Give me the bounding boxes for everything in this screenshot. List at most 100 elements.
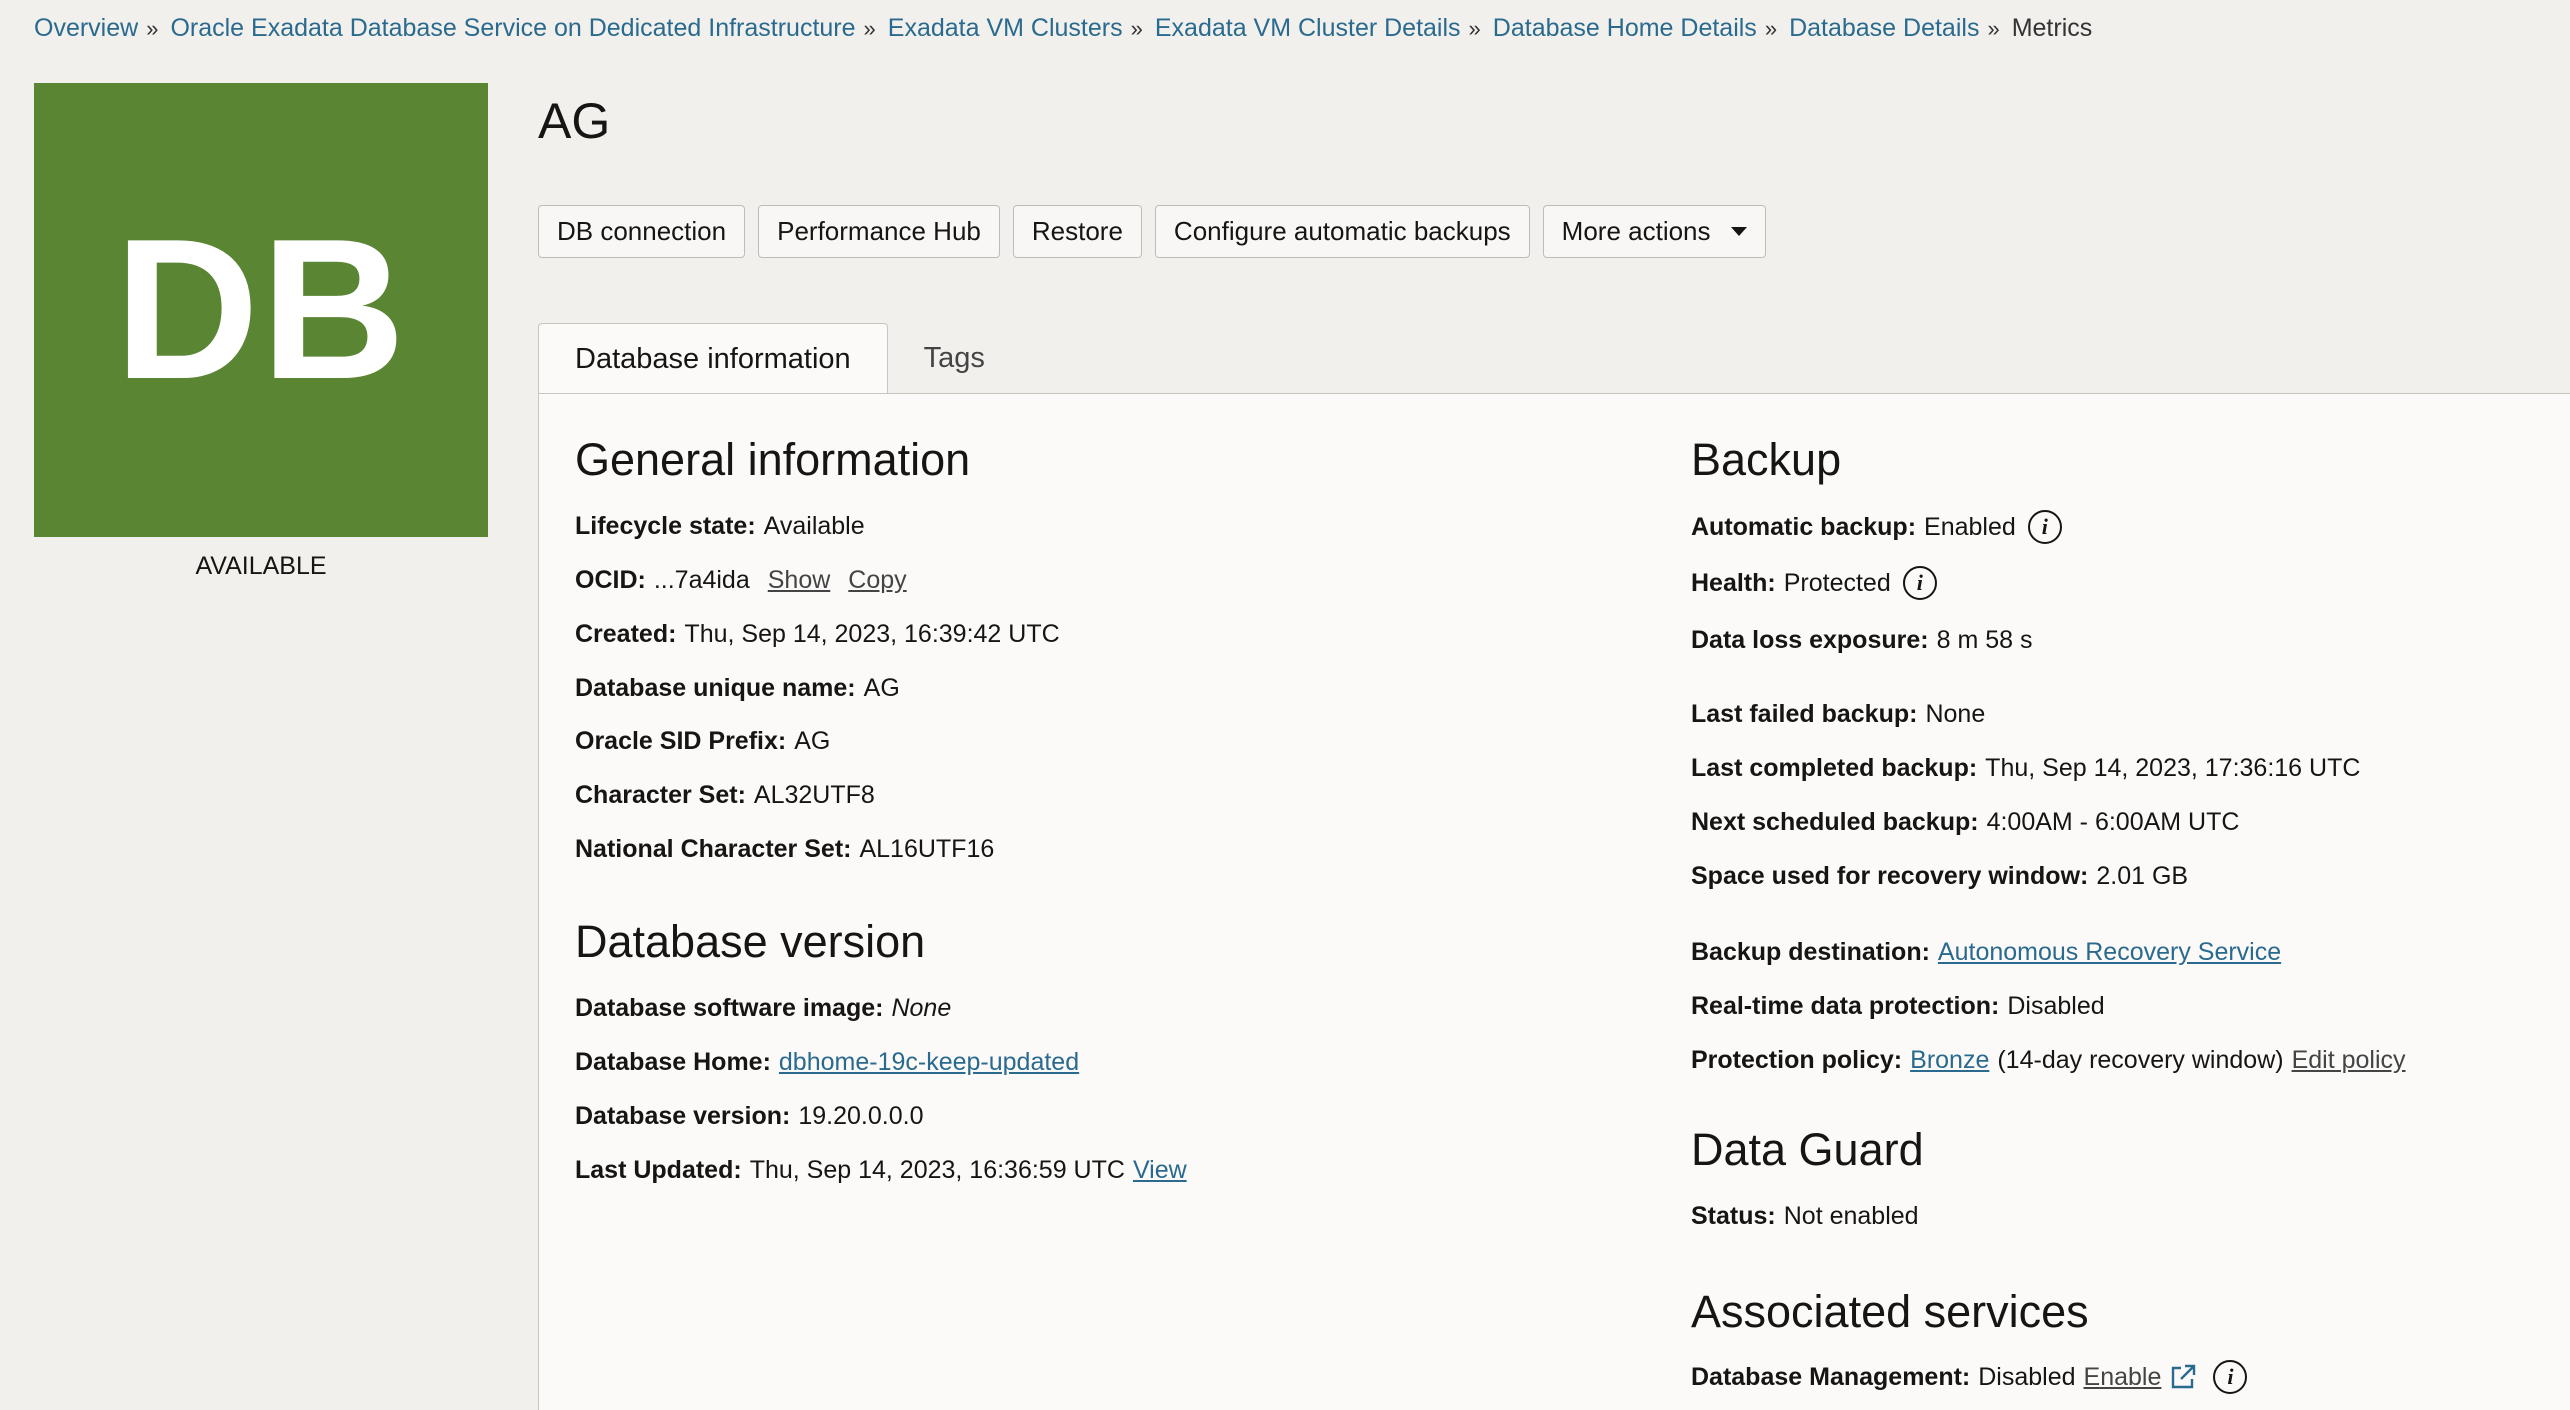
space-used-value: 2.01 GB	[2096, 862, 2189, 890]
configure-automatic-backups-button[interactable]: Configure automatic backups	[1154, 205, 1530, 258]
backup-destination-row: Backup destination: Autonomous Recovery …	[1691, 938, 2281, 967]
performance-hub-button[interactable]: Performance Hub	[758, 205, 1000, 258]
database-home-label: Database Home:	[575, 1048, 771, 1076]
unique-name-value: AG	[863, 674, 900, 702]
character-set-row: Character Set: AL32UTF8	[575, 781, 875, 810]
data-loss-exposure-label: Data loss exposure:	[1691, 626, 1929, 654]
sid-prefix-label: Oracle SID Prefix:	[575, 727, 787, 755]
caret-down-icon	[1730, 227, 1747, 236]
backup-destination-label: Backup destination:	[1691, 938, 1930, 966]
health-row: Health: Protected i	[1691, 566, 1937, 600]
database-tile-text: DB	[114, 198, 408, 421]
last-completed-backup-row: Last completed backup: Thu, Sep 14, 2023…	[1691, 754, 2360, 783]
created-row: Created: Thu, Sep 14, 2023, 16:39:42 UTC	[575, 620, 1060, 649]
breadcrumb-current: Metrics	[2011, 14, 2093, 42]
database-management-value: Disabled	[1978, 1362, 2076, 1391]
breadcrumb: Overview » Oracle Exadata Database Servi…	[34, 14, 2092, 43]
software-image-row: Database software image: None	[575, 994, 951, 1023]
data-loss-exposure-value: 8 m 58 s	[1936, 626, 2033, 654]
health-value: Protected	[1783, 568, 1891, 597]
next-scheduled-backup-value: 4:00AM - 6:00AM UTC	[1986, 808, 2240, 836]
software-image-value: None	[891, 994, 952, 1022]
database-management-label: Database Management:	[1691, 1362, 1971, 1391]
last-updated-value: Thu, Sep 14, 2023, 16:36:59 UTC	[749, 1156, 1125, 1184]
tab-database-information[interactable]: Database information	[538, 323, 888, 395]
breadcrumb-vm-cluster-details[interactable]: Exadata VM Cluster Details	[1155, 14, 1461, 43]
breadcrumb-separator: »	[1764, 15, 1778, 41]
sid-prefix-value: AG	[794, 727, 831, 755]
database-home-row: Database Home: dbhome-19c-keep-updated	[575, 1048, 1079, 1077]
lifecycle-state-value: Available	[763, 512, 865, 540]
more-actions-button[interactable]: More actions	[1542, 205, 1766, 258]
unique-name-label: Database unique name:	[575, 674, 856, 702]
last-failed-backup-row: Last failed backup: None	[1691, 700, 1985, 729]
sid-prefix-row: Oracle SID Prefix: AG	[575, 727, 830, 756]
data-guard-status-label: Status:	[1691, 1202, 1776, 1230]
protection-policy-link[interactable]: Bronze	[1910, 1046, 1989, 1075]
tab-bar: Database information Tags	[538, 323, 1021, 395]
backup-destination-link[interactable]: Autonomous Recovery Service	[1938, 938, 2281, 967]
breadcrumb-separator: »	[146, 15, 159, 41]
ocid-copy-link[interactable]: Copy	[848, 566, 906, 595]
lifecycle-status-label: AVAILABLE	[195, 552, 327, 580]
database-management-enable-link[interactable]: Enable	[2084, 1363, 2162, 1392]
last-completed-backup-label: Last completed backup:	[1691, 754, 1978, 782]
database-version-label: Database version:	[575, 1102, 791, 1130]
breadcrumb-separator: »	[1468, 15, 1481, 41]
breadcrumb-database-details[interactable]: Database Details	[1789, 14, 1979, 43]
realtime-protection-label: Real-time data protection:	[1691, 992, 2000, 1020]
database-version-row: Database version: 19.20.0.0.0	[575, 1102, 924, 1131]
database-management-row: Database Management: Disabled Enable i	[1691, 1360, 2248, 1394]
associated-services-heading: Associated services	[1691, 1286, 2089, 1337]
breadcrumb-separator: »	[1987, 15, 2000, 41]
protection-policy-row: Protection policy: Bronze (14-day recove…	[1691, 1046, 2406, 1075]
info-icon[interactable]: i	[2027, 510, 2062, 544]
last-updated-row: Last Updated: Thu, Sep 14, 2023, 16:36:5…	[575, 1156, 1187, 1185]
space-used-label: Space used for recovery window:	[1691, 862, 2089, 890]
restore-button[interactable]: Restore	[1012, 205, 1142, 258]
space-used-row: Space used for recovery window: 2.01 GB	[1691, 862, 2188, 891]
realtime-protection-row: Real-time data protection: Disabled	[1691, 992, 2105, 1021]
software-image-label: Database software image:	[575, 994, 884, 1022]
external-link-icon[interactable]	[2169, 1363, 2197, 1391]
next-scheduled-backup-label: Next scheduled backup:	[1691, 808, 1979, 836]
national-character-set-value: AL16UTF16	[859, 835, 995, 863]
created-value: Thu, Sep 14, 2023, 16:39:42 UTC	[684, 620, 1060, 648]
automatic-backup-label: Automatic backup:	[1691, 512, 1917, 541]
general-information-heading: General information	[575, 434, 971, 485]
data-loss-exposure-row: Data loss exposure: 8 m 58 s	[1691, 626, 2032, 655]
last-updated-view-link[interactable]: View	[1133, 1156, 1187, 1185]
database-version-value: 19.20.0.0.0	[798, 1102, 924, 1130]
last-updated-label: Last Updated:	[575, 1156, 742, 1184]
created-label: Created:	[575, 620, 677, 648]
breadcrumb-separator: »	[863, 15, 876, 41]
data-guard-status-row: Status: Not enabled	[1691, 1202, 1919, 1231]
info-icon[interactable]: i	[2213, 1360, 2248, 1394]
lifecycle-state-label: Lifecycle state:	[575, 512, 756, 540]
breadcrumb-overview[interactable]: Overview	[34, 14, 138, 43]
database-icon-tile: DB	[34, 83, 488, 537]
character-set-label: Character Set:	[575, 781, 746, 809]
last-completed-backup-value: Thu, Sep 14, 2023, 17:36:16 UTC	[1985, 754, 2361, 782]
database-home-link[interactable]: dbhome-19c-keep-updated	[779, 1048, 1079, 1077]
automatic-backup-row: Automatic backup: Enabled i	[1691, 510, 2062, 544]
data-guard-status-value: Not enabled	[1783, 1202, 1919, 1230]
tab-tags[interactable]: Tags	[888, 323, 1021, 393]
action-toolbar: DB connection Performance Hub Restore Co…	[538, 205, 1766, 258]
breadcrumb-db-home-details[interactable]: Database Home Details	[1493, 14, 1757, 43]
ocid-show-link[interactable]: Show	[768, 566, 831, 595]
national-character-set-row: National Character Set: AL16UTF16	[575, 835, 994, 864]
db-connection-button[interactable]: DB connection	[538, 205, 746, 258]
lifecycle-state-row: Lifecycle state: Available	[575, 512, 865, 541]
protection-policy-note: (14-day recovery window)	[1997, 1046, 2284, 1074]
breadcrumb-exadata-service[interactable]: Oracle Exadata Database Service on Dedic…	[170, 14, 855, 43]
data-guard-heading: Data Guard	[1691, 1124, 1924, 1175]
automatic-backup-value: Enabled	[1924, 512, 2016, 541]
national-character-set-label: National Character Set:	[575, 835, 852, 863]
character-set-value: AL32UTF8	[753, 781, 875, 809]
protection-policy-label: Protection policy:	[1691, 1046, 1903, 1074]
page-title: AG	[538, 93, 611, 149]
info-icon[interactable]: i	[1902, 566, 1937, 600]
breadcrumb-vm-clusters[interactable]: Exadata VM Clusters	[888, 14, 1123, 43]
edit-policy-link[interactable]: Edit policy	[2292, 1046, 2406, 1075]
